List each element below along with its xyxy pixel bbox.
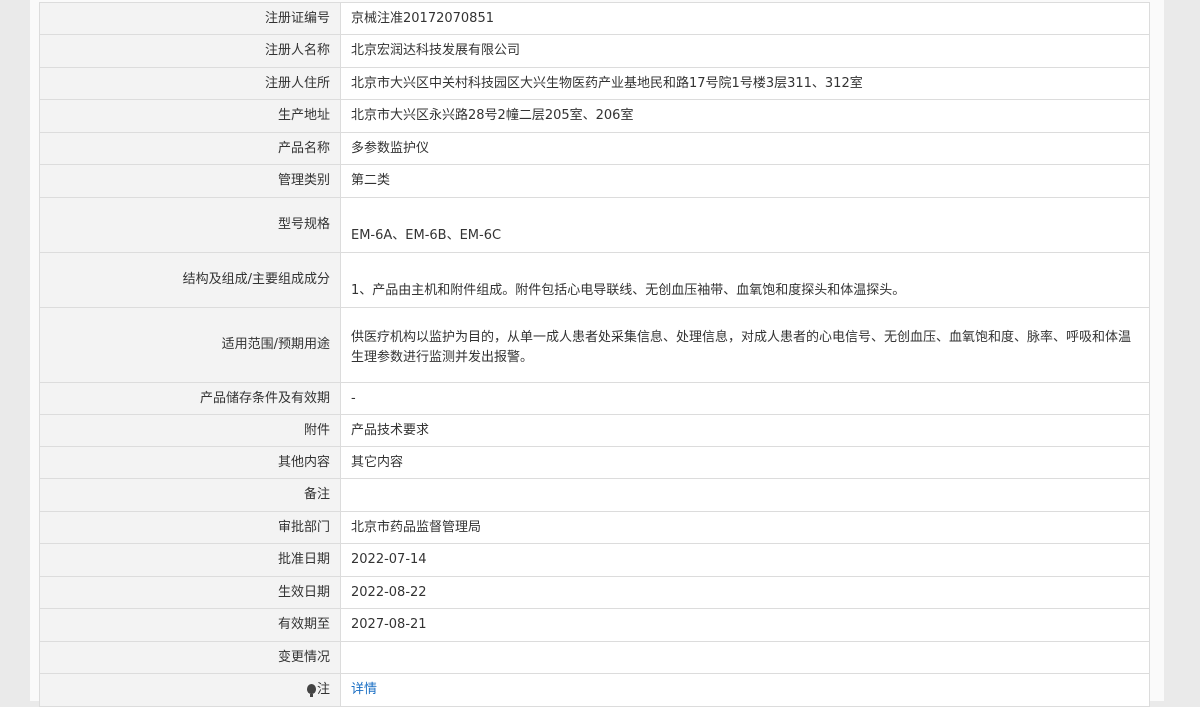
field-value: 多参数监护仪 xyxy=(340,132,1150,165)
field-label: 注册证编号 xyxy=(39,2,341,35)
field-value: 北京市大兴区中关村科技园区大兴生物医药产业基地民和路17号院1号楼3层311、3… xyxy=(340,67,1150,100)
table-row: 注册人名称 北京宏润达科技发展有限公司 xyxy=(39,34,1150,68)
table-row: 型号规格 EM-6A、EM-6B、EM-6C xyxy=(39,197,1150,253)
table-row: 结构及组成/主要组成成分 1、产品由主机和附件组成。附件包括心电导联线、无创血压… xyxy=(39,252,1150,308)
field-value: 京械注准20172070851 xyxy=(340,2,1150,35)
field-value: 北京宏润达科技发展有限公司 xyxy=(340,34,1150,68)
field-label: 有效期至 xyxy=(39,608,341,642)
field-value xyxy=(340,478,1150,512)
field-value: 2027-08-21 xyxy=(340,608,1150,642)
table-row: 管理类别 第二类 xyxy=(39,164,1150,198)
field-label: 审批部门 xyxy=(39,511,341,544)
field-label: 生产地址 xyxy=(39,99,341,133)
table-row: 产品名称 多参数监护仪 xyxy=(39,132,1150,165)
table-row: 审批部门 北京市药品监督管理局 xyxy=(39,511,1150,544)
table-row: 变更情况 xyxy=(39,641,1150,674)
field-value: - xyxy=(340,382,1150,415)
field-label: 变更情况 xyxy=(39,641,341,674)
field-value: 供医疗机构以监护为目的，从单一成人患者处采集信息、处理信息，对成人患者的心电信号… xyxy=(340,307,1150,383)
field-value: 其它内容 xyxy=(340,446,1150,479)
field-label: 管理类别 xyxy=(39,164,341,198)
lightbulb-icon xyxy=(306,684,316,697)
field-value: EM-6A、EM-6B、EM-6C xyxy=(340,197,1150,253)
table-row: 有效期至 2027-08-21 xyxy=(39,608,1150,642)
field-label: 生效日期 xyxy=(39,576,341,609)
field-label: 产品名称 xyxy=(39,132,341,165)
field-label: 注册人住所 xyxy=(39,67,341,100)
table-row: 生效日期 2022-08-22 xyxy=(39,576,1150,609)
details-link[interactable]: 详情 xyxy=(351,682,377,697)
field-label: 产品储存条件及有效期 xyxy=(39,382,341,415)
field-value xyxy=(340,641,1150,674)
table-row: 注册证编号 京械注准20172070851 xyxy=(39,2,1150,35)
field-label: 适用范围/预期用途 xyxy=(39,307,341,383)
field-label: 结构及组成/主要组成成分 xyxy=(39,252,341,308)
field-label: 注 xyxy=(316,682,330,697)
note-label-cell: 注 xyxy=(39,673,341,707)
table-row: 附件 产品技术要求 xyxy=(39,414,1150,447)
table-row: 生产地址 北京市大兴区永兴路28号2幢二层205室、206室 xyxy=(39,99,1150,133)
registration-detail-table: 注册证编号 京械注准20172070851 注册人名称 北京宏润达科技发展有限公… xyxy=(39,2,1150,707)
field-value: 产品技术要求 xyxy=(340,414,1150,447)
field-value: 北京市药品监督管理局 xyxy=(340,511,1150,544)
field-value: 第二类 xyxy=(340,164,1150,198)
field-label: 注册人名称 xyxy=(39,34,341,68)
table-row: 注册人住所 北京市大兴区中关村科技园区大兴生物医药产业基地民和路17号院1号楼3… xyxy=(39,67,1150,100)
field-value: 1、产品由主机和附件组成。附件包括心电导联线、无创血压袖带、血氧饱和度探头和体温… xyxy=(340,252,1150,308)
field-label: 批准日期 xyxy=(39,543,341,577)
field-value: 北京市大兴区永兴路28号2幢二层205室、206室 xyxy=(340,99,1150,133)
table-row: 备注 xyxy=(39,478,1150,512)
field-label: 备注 xyxy=(39,478,341,512)
field-label: 附件 xyxy=(39,414,341,447)
field-value: 2022-08-22 xyxy=(340,576,1150,609)
field-value-cell: 详情 xyxy=(340,673,1150,707)
table-row: 适用范围/预期用途 供医疗机构以监护为目的，从单一成人患者处采集信息、处理信息，… xyxy=(39,307,1150,383)
table-row: 注 详情 xyxy=(39,673,1150,707)
field-label: 其他内容 xyxy=(39,446,341,479)
field-label: 型号规格 xyxy=(39,197,341,253)
table-row: 批准日期 2022-07-14 xyxy=(39,543,1150,577)
field-value: 2022-07-14 xyxy=(340,543,1150,577)
table-row: 其他内容 其它内容 xyxy=(39,446,1150,479)
table-row: 产品储存条件及有效期 - xyxy=(39,382,1150,415)
